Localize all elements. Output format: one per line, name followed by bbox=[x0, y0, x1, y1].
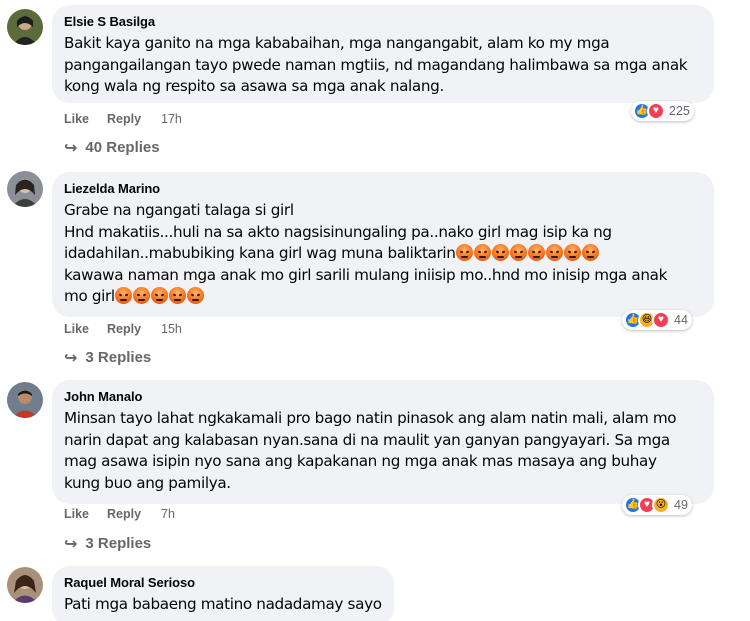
comment-bubble: John Manalo Minsan tayo lahat ngkakamali… bbox=[52, 380, 714, 504]
avatar[interactable] bbox=[7, 382, 43, 418]
angry-emoji-icon bbox=[132, 287, 150, 304]
reaction-count: 44 bbox=[674, 313, 688, 327]
replies-count: 40 Replies bbox=[85, 139, 160, 156]
angry-emoji-icon bbox=[491, 244, 509, 261]
angry-emoji-icon bbox=[527, 244, 545, 261]
reply-arrow-icon: ↪ bbox=[64, 534, 78, 553]
comment-timestamp[interactable]: 17h bbox=[161, 112, 182, 126]
reply-button[interactable]: Reply bbox=[107, 507, 141, 521]
like-button[interactable]: Like bbox=[64, 112, 89, 126]
reaction-summary[interactable]: 👍 ♥ 225 bbox=[631, 101, 694, 121]
angry-emoji-icon bbox=[168, 287, 186, 304]
comment-bubble: Liezelda Marino Grabe na ngangati talaga… bbox=[52, 172, 714, 317]
comment-text-line: kawawa naman mga anak mo girl sarili mul… bbox=[64, 265, 668, 284]
wow-reaction-icon: 😮 bbox=[652, 496, 670, 514]
comment-text-line: mo girl bbox=[64, 286, 702, 308]
reaction-summary[interactable]: 👍 ♥ 😮 49 bbox=[622, 495, 692, 515]
comment-text-line: Minsan tayo lahat ngkakamali pro bago na… bbox=[64, 409, 677, 427]
comment-bubble: Raquel Moral Serioso Pati mga babaeng ma… bbox=[52, 566, 394, 621]
angry-emoji-icon bbox=[150, 287, 168, 304]
angry-emoji-icon bbox=[581, 244, 599, 261]
love-reaction-icon: ♥ bbox=[652, 311, 670, 329]
avatar[interactable] bbox=[7, 9, 43, 45]
comment-text-line: Bakit kaya ganito na mga kababaihan, mga… bbox=[64, 34, 610, 52]
angry-emoji-icon bbox=[509, 244, 527, 261]
comment-bubble: Elsie S Basilga Bakit kaya ganito na mga… bbox=[52, 5, 714, 103]
angry-emoji-icon bbox=[455, 244, 473, 261]
view-replies-link[interactable]: ↪ 3 Replies bbox=[64, 348, 151, 367]
angry-emoji-group bbox=[455, 244, 600, 262]
like-button[interactable]: Like bbox=[64, 322, 89, 336]
reply-button[interactable]: Reply bbox=[107, 112, 141, 126]
comment-text-line: Grabe na ngangati talaga si girl bbox=[64, 201, 294, 219]
reply-arrow-icon: ↪ bbox=[64, 138, 78, 157]
view-replies-link[interactable]: ↪ 40 Replies bbox=[64, 138, 160, 157]
comment-text-line: Hnd makatiis...huli na sa akto nagsisinu… bbox=[64, 222, 612, 241]
angry-emoji-icon bbox=[545, 244, 563, 261]
comment-author[interactable]: Raquel Moral Serioso bbox=[64, 574, 382, 591]
replies-count: 3 Replies bbox=[85, 349, 152, 366]
like-button[interactable]: Like bbox=[64, 507, 89, 521]
view-replies-link[interactable]: ↪ 3 Replies bbox=[64, 534, 151, 553]
avatar[interactable] bbox=[7, 567, 43, 603]
angry-emoji-icon bbox=[186, 287, 204, 304]
angry-emoji-icon bbox=[114, 287, 132, 304]
reply-arrow-icon: ↪ bbox=[64, 348, 78, 367]
comment-text-line: idadahilan..mabubiking kana girl wag mun… bbox=[64, 243, 702, 265]
replies-count: 3 Replies bbox=[85, 535, 152, 552]
comment-text-line: kung buo ang pamilya. bbox=[64, 473, 231, 492]
reaction-count: 225 bbox=[669, 104, 690, 118]
comment-timestamp[interactable]: 7h bbox=[161, 507, 175, 521]
comment-text-line: narin dapat ang kalabasan nyan.sana di n… bbox=[64, 430, 670, 449]
reaction-summary[interactable]: 👍 😆 ♥ 44 bbox=[622, 310, 692, 330]
comment-author[interactable]: Liezelda Marino bbox=[64, 180, 702, 197]
avatar[interactable] bbox=[7, 171, 43, 207]
angry-emoji-group bbox=[114, 287, 205, 305]
reaction-count: 49 bbox=[674, 498, 688, 512]
comment-text-line: kong wala ng respito sa asawa sa mga ana… bbox=[64, 77, 444, 95]
reply-button[interactable]: Reply bbox=[107, 322, 141, 336]
angry-emoji-icon bbox=[473, 244, 491, 261]
comment-text-line: Pati mga babaeng matino nadadamay sayo bbox=[64, 595, 382, 613]
comment-text-line: mag asawa isipin nyo sana ang kapakanan … bbox=[64, 452, 657, 470]
comment-text-segment: mo girl bbox=[64, 287, 115, 305]
comment-text-line: pangangailangan tayo pwede naman mgtiis,… bbox=[64, 55, 688, 74]
love-reaction-icon: ♥ bbox=[647, 102, 665, 120]
comment-author[interactable]: Elsie S Basilga bbox=[64, 13, 702, 30]
angry-emoji-icon bbox=[563, 244, 581, 261]
comment-text-segment: idadahilan..mabubiking kana girl wag mun… bbox=[64, 244, 456, 262]
comment-author[interactable]: John Manalo bbox=[64, 388, 702, 405]
comment-timestamp[interactable]: 15h bbox=[161, 322, 182, 336]
